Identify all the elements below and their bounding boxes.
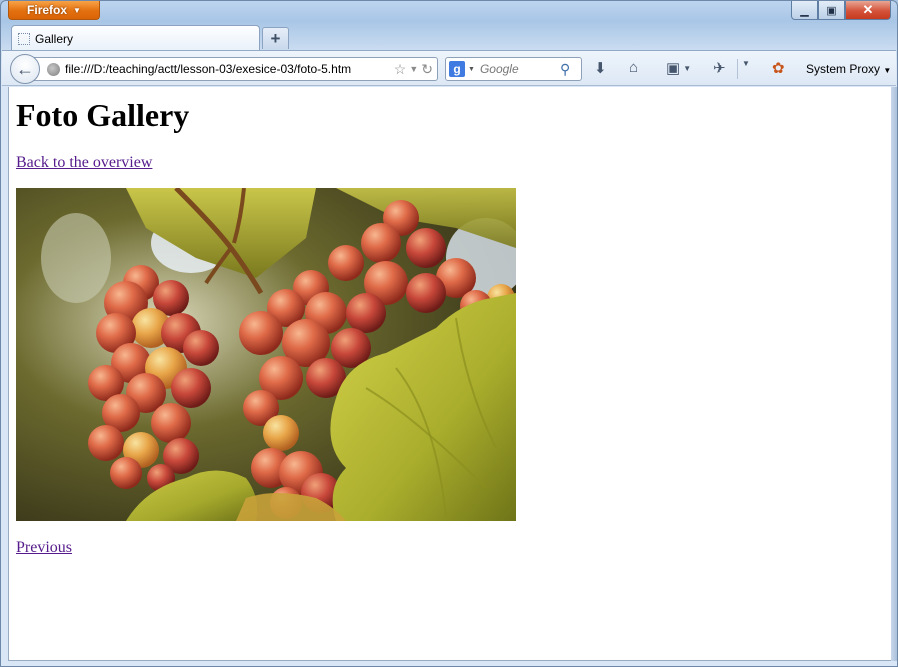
grapes-image (16, 188, 516, 521)
firefox-menu-label: Firefox (27, 3, 68, 17)
google-icon[interactable]: g (449, 61, 465, 77)
new-tab-button[interactable]: + (262, 27, 289, 49)
back-button[interactable]: ← (10, 54, 40, 84)
close-icon: ✕ (862, 2, 874, 17)
page-title: Foto Gallery (16, 97, 190, 133)
restore-icon: ▣ (826, 4, 837, 17)
close-button[interactable]: ✕ (845, 1, 891, 20)
proxy-label: System Proxy (806, 62, 881, 76)
chevron-down-icon: ▼ (683, 63, 692, 73)
home-icon[interactable]: ⌂ (629, 59, 638, 76)
url-bar[interactable]: file:///D:/teaching/actt/lesson-03/exesi… (32, 57, 438, 81)
search-input[interactable] (479, 62, 558, 76)
back-arrow-icon: ← (16, 58, 34, 79)
window-frame-right (891, 87, 897, 661)
previous-link[interactable]: Previous (16, 539, 72, 557)
addon-icon[interactable]: ✈ (713, 59, 726, 77)
firebug-icon[interactable]: ✿ (772, 59, 785, 77)
search-bar[interactable]: g ▼ ⚲ (445, 57, 582, 81)
chevron-down-icon: ▼ (742, 59, 750, 68)
page-favicon-icon (18, 32, 30, 45)
plus-icon: + (270, 28, 281, 48)
bookmarks-button[interactable]: ▣ ▼ (666, 59, 691, 77)
browser-window: Firefox ▼ ▁ ▣ ✕ Gallery + ← file:///D:/t… (0, 0, 898, 667)
url-text[interactable]: file:///D:/teaching/actt/lesson-03/exesi… (65, 62, 394, 76)
download-icon[interactable]: ⬇ (594, 59, 607, 77)
bookmarks-icon: ▣ (666, 60, 681, 77)
back-to-overview-link[interactable]: Back to the overview (16, 154, 152, 172)
chevron-down-icon: ▼ (883, 66, 892, 75)
minimize-button[interactable]: ▁ (791, 1, 818, 20)
search-icon[interactable]: ⚲ (560, 61, 570, 78)
proxy-selector[interactable]: System Proxy ▼ (806, 62, 891, 76)
toolbar-separator (737, 59, 738, 79)
window-controls: ▁ ▣ ✕ (791, 1, 891, 20)
globe-icon (47, 62, 60, 76)
minimize-icon: ▁ (800, 4, 809, 17)
history-dropdown-icon[interactable]: ▼ (409, 64, 418, 74)
chevron-down-icon: ▼ (73, 5, 81, 15)
tab-title: Gallery (35, 31, 74, 46)
url-bar-icons: ☆ ▼ ↻ (394, 61, 437, 78)
firefox-menu-button[interactable]: Firefox ▼ (8, 1, 100, 20)
gallery-photo-grapes (16, 188, 516, 521)
toolbar-menu-button[interactable]: ▼ (742, 59, 750, 68)
tab-gallery[interactable]: Gallery (11, 25, 260, 51)
restore-button[interactable]: ▣ (818, 1, 845, 20)
reload-icon[interactable]: ↻ (421, 61, 433, 78)
bookmark-star-icon[interactable]: ☆ (394, 61, 407, 78)
navigation-toolbar: ← file:///D:/teaching/actt/lesson-03/exe… (2, 50, 896, 86)
page-content: Foto Gallery Back to the overview Previo… (8, 87, 893, 661)
search-engine-dropdown-icon[interactable]: ▼ (468, 66, 475, 73)
